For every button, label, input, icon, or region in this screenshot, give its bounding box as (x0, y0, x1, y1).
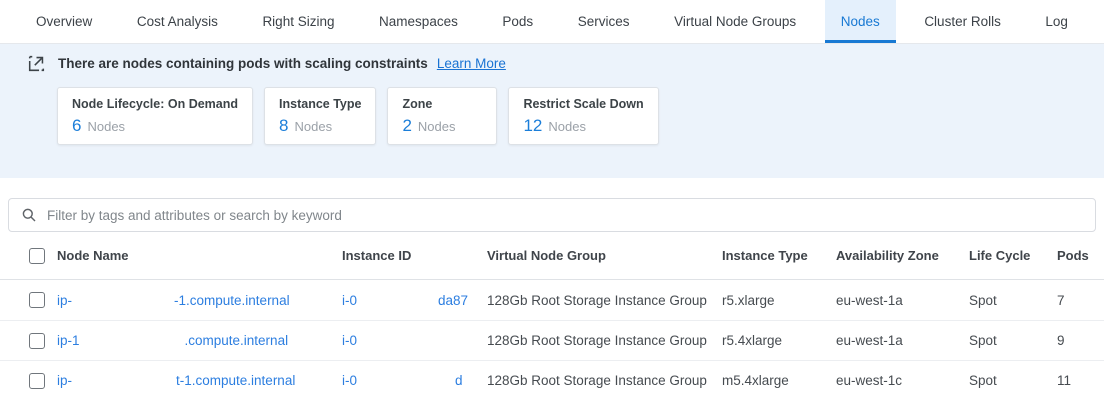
pods-cell: 7 (1057, 280, 1104, 320)
tab-namespaces[interactable]: Namespaces (363, 0, 474, 43)
virtual-node-group-cell: 128Gb Root Storage Instance Group (487, 321, 722, 360)
node-name-link[interactable]: ip- -1.compute.internal (57, 280, 342, 320)
virtual-node-group-cell: 128Gb Root Storage Instance Group (487, 361, 722, 400)
card-count: 6 (72, 116, 81, 136)
card-unit: Nodes (87, 119, 125, 134)
instance-id-link[interactable]: i-0 (342, 321, 487, 360)
availability-zone-cell: eu-west-1a (836, 321, 969, 360)
tab-bar: Overview Cost Analysis Right Sizing Name… (0, 0, 1104, 44)
card-unit: Nodes (418, 119, 456, 134)
scaling-constraints-banner: There are nodes containing pods with sca… (0, 44, 1104, 178)
availability-zone-cell: eu-west-1a (836, 280, 969, 320)
pods-cell: 9 (1057, 321, 1104, 360)
column-header-virtual-node-group: Virtual Node Group (487, 232, 722, 279)
table-row[interactable]: ip- -1.compute.internal i-0 da87 128Gb R… (0, 280, 1104, 320)
instance-id-prefix: i-0 (342, 293, 357, 308)
column-header-instance-type: Instance Type (722, 232, 836, 279)
redaction-box (72, 280, 174, 320)
redaction-box (357, 361, 455, 400)
column-header-node-name: Node Name (57, 232, 342, 279)
redaction-box (72, 361, 176, 400)
row-checkbox[interactable] (29, 292, 45, 308)
card-instance-type[interactable]: Instance Type 8 Nodes (264, 87, 376, 145)
constraint-cards: Node Lifecycle: On Demand 6 Nodes Instan… (57, 87, 1104, 145)
node-name-prefix: ip- (57, 373, 72, 388)
instance-id-prefix: i-0 (342, 333, 357, 348)
banner-message: There are nodes containing pods with sca… (58, 56, 428, 71)
tab-nodes[interactable]: Nodes (825, 0, 896, 43)
scale-out-icon (28, 55, 45, 72)
instance-id-suffix: da87 (438, 293, 468, 308)
instance-type-cell: r5.4xlarge (722, 321, 836, 360)
tab-pods[interactable]: Pods (486, 0, 549, 43)
filter-search-box (8, 198, 1096, 232)
card-node-lifecycle[interactable]: Node Lifecycle: On Demand 6 Nodes (57, 87, 253, 145)
tab-right-sizing[interactable]: Right Sizing (246, 0, 350, 43)
learn-more-link[interactable]: Learn More (437, 56, 506, 71)
redaction-box (357, 280, 438, 320)
card-title: Node Lifecycle: On Demand (72, 97, 238, 111)
card-restrict-scale-down[interactable]: Restrict Scale Down 12 Nodes (508, 87, 658, 145)
node-name-link[interactable]: ip- t-1.compute.internal (57, 361, 342, 400)
row-checkbox[interactable] (29, 373, 45, 389)
column-header-instance-id: Instance ID (342, 232, 487, 279)
card-zone[interactable]: Zone 2 Nodes (387, 87, 497, 145)
life-cycle-cell: Spot (969, 280, 1057, 320)
pods-cell: 11 (1057, 361, 1104, 400)
node-name-suffix: .compute.internal (185, 333, 289, 348)
instance-id-link[interactable]: i-0 da87 (342, 280, 487, 320)
tab-log[interactable]: Log (1029, 0, 1084, 43)
tab-cluster-rolls[interactable]: Cluster Rolls (908, 0, 1017, 43)
instance-type-cell: m5.4xlarge (722, 361, 836, 400)
column-header-life-cycle: Life Cycle (969, 232, 1057, 279)
search-icon (21, 207, 37, 223)
life-cycle-cell: Spot (969, 321, 1057, 360)
node-name-prefix: ip-1 (57, 333, 80, 348)
node-name-link[interactable]: ip-1 .compute.internal (57, 321, 342, 360)
tab-virtual-node-groups[interactable]: Virtual Node Groups (658, 0, 812, 43)
tab-cost-analysis[interactable]: Cost Analysis (121, 0, 234, 43)
card-count: 8 (279, 116, 288, 136)
card-count: 12 (523, 116, 542, 136)
node-name-suffix: t-1.compute.internal (176, 373, 295, 388)
redaction-box (80, 321, 185, 360)
table-row[interactable]: ip- t-1.compute.internal i-0 d 128Gb Roo… (0, 360, 1104, 400)
nodes-table: Node Name Instance ID Virtual Node Group… (0, 232, 1104, 400)
row-checkbox[interactable] (29, 333, 45, 349)
table-header-row: Node Name Instance ID Virtual Node Group… (0, 232, 1104, 280)
search-input[interactable] (47, 208, 1083, 223)
card-count: 2 (402, 116, 411, 136)
instance-id-suffix: d (455, 373, 463, 388)
column-header-pods: Pods (1057, 232, 1104, 279)
redaction-box (357, 321, 457, 360)
card-unit: Nodes (294, 119, 332, 134)
instance-id-prefix: i-0 (342, 373, 357, 388)
card-title: Restrict Scale Down (523, 97, 643, 111)
select-all-checkbox[interactable] (29, 248, 45, 264)
card-title: Instance Type (279, 97, 361, 111)
card-unit: Nodes (548, 119, 586, 134)
table-row[interactable]: ip-1 .compute.internal i-0 128Gb Root St… (0, 320, 1104, 360)
node-name-suffix: -1.compute.internal (174, 293, 290, 308)
instance-type-cell: r5.xlarge (722, 280, 836, 320)
instance-id-link[interactable]: i-0 d (342, 361, 487, 400)
tab-overview[interactable]: Overview (20, 0, 108, 43)
virtual-node-group-cell: 128Gb Root Storage Instance Group (487, 280, 722, 320)
tab-services[interactable]: Services (562, 0, 646, 43)
card-title: Zone (402, 97, 482, 111)
column-header-availability-zone: Availability Zone (836, 232, 969, 279)
life-cycle-cell: Spot (969, 361, 1057, 400)
availability-zone-cell: eu-west-1c (836, 361, 969, 400)
node-name-prefix: ip- (57, 293, 72, 308)
